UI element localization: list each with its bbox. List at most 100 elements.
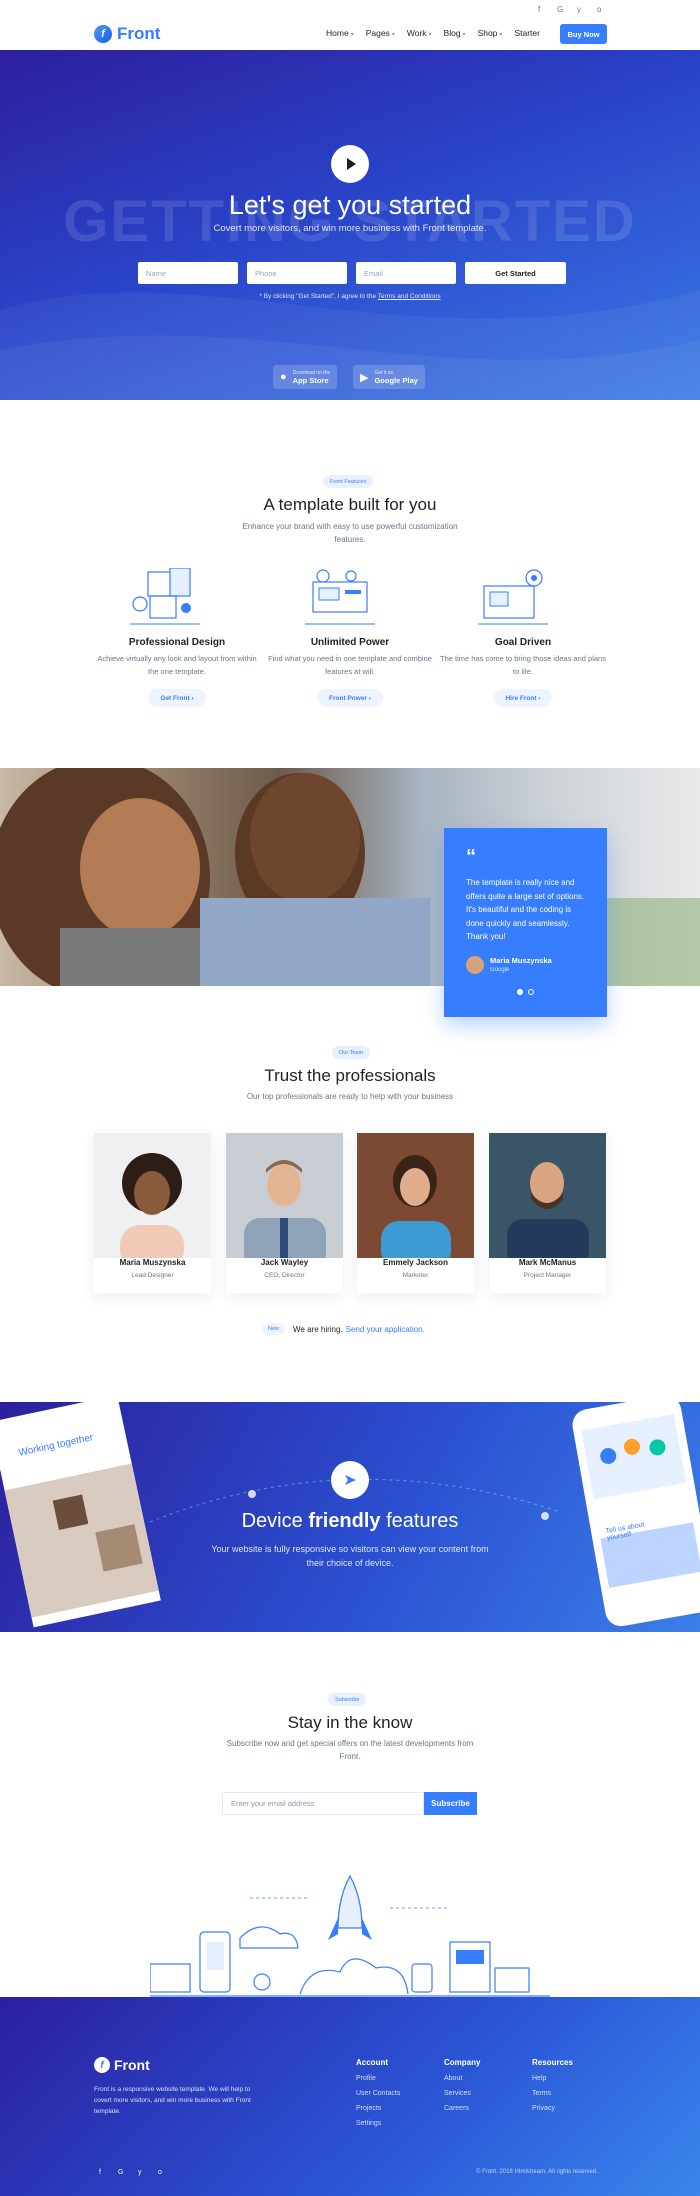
footer-link[interactable]: Settings (356, 2120, 381, 2127)
footer-heading: Resources (532, 2058, 573, 2067)
name-field[interactable]: Name (138, 262, 238, 284)
app-store-button[interactable]: ● Download on the App Store (273, 365, 338, 389)
copyright: © Front. 2018 Htmlstream. All rights res… (476, 2169, 598, 2175)
features-chip: Front Features (323, 475, 374, 488)
footer-link[interactable]: Profile (356, 2075, 376, 2082)
footer-link[interactable]: About (444, 2075, 462, 2082)
nav-item-shop[interactable]: Shop ▾ (478, 28, 503, 38)
startup-illustration (150, 1874, 550, 1997)
twitter-icon[interactable]: y (577, 5, 581, 14)
team-card[interactable]: Jack Wayley CEO, Director (226, 1133, 343, 1293)
footer-link[interactable]: Services (444, 2090, 471, 2097)
nav-item-starter[interactable]: Starter (514, 28, 540, 38)
hero-title: Let's get you started (228, 190, 472, 220)
subscribe-subtitle: Subscribe now and get special offers on … (226, 1739, 474, 1761)
logo-text: Front (117, 24, 161, 43)
member-photo (226, 1133, 343, 1267)
nav-item-pages[interactable]: Pages ▾ (366, 28, 395, 38)
hiring-text: We are hiring. (293, 1324, 343, 1334)
email-input[interactable]: Enter your email address (222, 1792, 424, 1815)
power-illustration-icon (305, 569, 375, 625)
footer-link[interactable]: Terms (532, 2090, 551, 2097)
front-power-button[interactable]: Front Power › (317, 689, 383, 707)
chevron-down-icon: ▾ (350, 32, 354, 38)
terms-agreement: * By clicking "Get Started", I agree to … (259, 293, 441, 300)
chevron-down-icon: ▾ (462, 32, 466, 38)
google-icon[interactable]: G (118, 2169, 123, 2176)
google-play-icon: ▶ (360, 371, 369, 384)
carousel-dots (517, 989, 534, 995)
chevron-down-icon: ▾ (499, 32, 503, 38)
team-chip: Our Team (332, 1046, 371, 1059)
footer-link[interactable]: Projects (356, 2105, 381, 2112)
team-card[interactable]: Mark McManus Project Manager (489, 1133, 606, 1293)
footer-link[interactable]: Careers (444, 2105, 469, 2112)
nav-item-work[interactable]: Work ▾ (407, 28, 432, 38)
terms-link[interactable]: Terms and Conditions (378, 293, 441, 300)
feature-title: Professional Design (128, 637, 226, 648)
send-application-link[interactable]: Send your application. (346, 1325, 425, 1334)
carousel-dot[interactable] (528, 989, 534, 995)
team-card[interactable]: Emmely Jackson Marketer (357, 1133, 474, 1293)
google-icon[interactable]: G (557, 5, 563, 14)
nav-item-home[interactable]: Home ▾ (326, 28, 354, 38)
logo-mark-icon: f (94, 2057, 110, 2073)
member-name: Jack Wayley (226, 1258, 343, 1267)
testimonial-card: “ The template is really nice and offers… (444, 828, 607, 1017)
member-name: Emmely Jackson (357, 1258, 474, 1267)
nav-item-blog[interactable]: Blog ▾ (444, 28, 466, 38)
page: f G y o f Front Home ▾ Pages ▾ Work ▾ Blog ▾… (0, 0, 700, 2196)
goal-illustration-icon (478, 569, 548, 625)
team-subtitle: Our top professionals are ready to help … (246, 1092, 454, 1101)
member-photo (489, 1133, 606, 1267)
device-subtitle: Your website is fully responsive so visi… (211, 1544, 489, 1568)
facebook-icon[interactable]: f (538, 5, 540, 14)
play-video-button[interactable] (331, 145, 369, 183)
feature-desc: Find what you need in one template and c… (268, 654, 432, 676)
logo[interactable]: f Front (94, 24, 160, 44)
google-play-button[interactable]: ▶ Get it on Google Play (353, 365, 425, 389)
member-photo (357, 1133, 474, 1267)
hiring-notice: New We are hiring. Send your application… (262, 1318, 425, 1340)
member-role: Marketer (402, 1272, 429, 1279)
subscribe-button[interactable]: Subscribe (424, 1792, 477, 1815)
testimonial-company: Google (490, 967, 510, 973)
carousel-dot[interactable] (517, 989, 523, 995)
get-front-button[interactable]: Get Front › (148, 689, 206, 707)
feature-desc: Achieve virtually any look and layout fr… (97, 654, 257, 676)
get-started-button[interactable]: Get Started (465, 262, 566, 284)
hero-section: GETTING STARTED Let's get you started Co… (0, 50, 700, 400)
member-role: CEO, Director (264, 1272, 305, 1279)
header: f Front Home ▾ Pages ▾ Work ▾ Blog ▾ Shop ▾ S… (0, 18, 700, 50)
features-title: A template built for you (263, 495, 437, 514)
testimonial-text: The template is really nice and offers q… (466, 878, 585, 941)
send-icon: ➤ (331, 1461, 369, 1499)
footer-logo[interactable]: f Front (94, 2057, 150, 2073)
buy-now-button[interactable]: Buy Now (560, 24, 607, 44)
member-role: Project Manager (523, 1272, 572, 1279)
feature-title: Unlimited Power (310, 637, 390, 648)
github-icon[interactable]: o (158, 2169, 162, 2176)
subscribe-title: Stay in the know (287, 1713, 413, 1732)
team-card[interactable]: Maria Muszynska Lead Designer (94, 1133, 211, 1293)
hire-front-button[interactable]: Hire Front › (494, 689, 552, 707)
device-title: Device friendly features (241, 1510, 459, 1532)
feature-desc: The time has come to bring those ideas a… (440, 654, 606, 676)
phone-field[interactable]: Phone (247, 262, 347, 284)
twitter-icon[interactable]: y (138, 2169, 142, 2176)
footer-link[interactable]: Privacy (532, 2105, 555, 2112)
facebook-icon[interactable]: f (99, 2169, 101, 2176)
github-icon[interactable]: o (597, 5, 601, 14)
play-icon (347, 158, 356, 170)
footer-link[interactable]: Help (532, 2075, 546, 2082)
design-illustration-icon (130, 568, 200, 625)
subscribe-chip: Subscribe (328, 1693, 367, 1706)
hero-subtitle: Covert more visitors, and win more busin… (213, 223, 487, 234)
footer-heading: Account (356, 2058, 388, 2067)
footer-link[interactable]: User Contacts (356, 2090, 400, 2097)
email-field[interactable]: Email (356, 262, 456, 284)
testimonial-author: Maria Muszynska (490, 956, 552, 965)
avatar (466, 956, 484, 974)
chevron-down-icon: ▾ (428, 32, 432, 38)
feature-title: Goal Driven (494, 637, 552, 648)
